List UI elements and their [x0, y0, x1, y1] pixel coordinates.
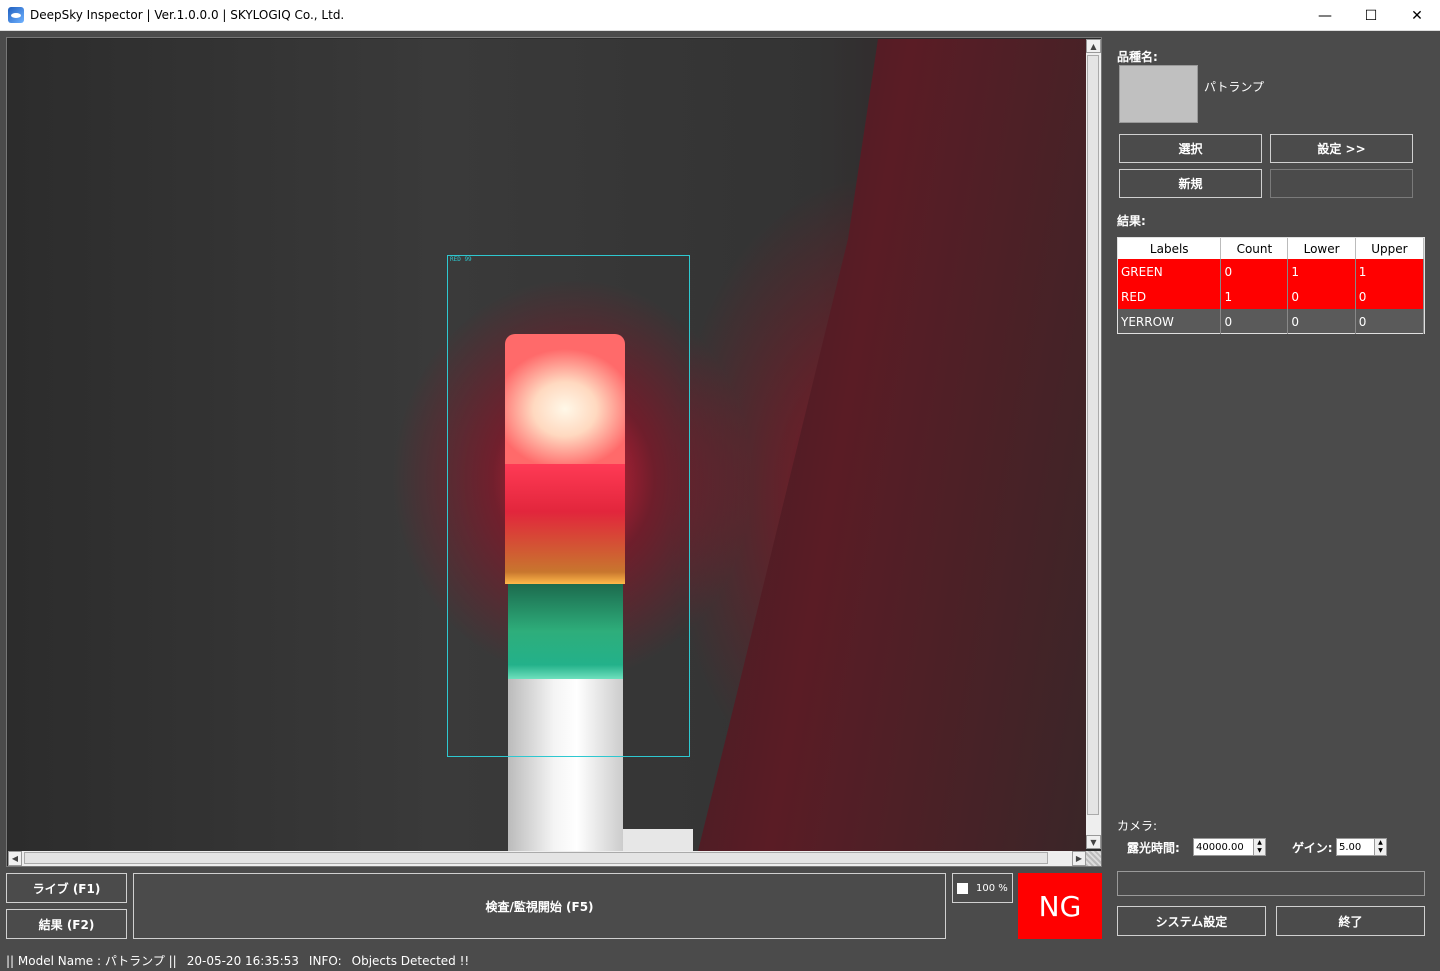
table-cell: 1	[1287, 259, 1356, 284]
column-header[interactable]: Count	[1220, 238, 1289, 259]
table-cell: 0	[1220, 259, 1289, 284]
settings-button[interactable]: 設定 >>	[1270, 134, 1413, 163]
exposure-value[interactable]: 40000.00	[1196, 842, 1244, 853]
scroll-left-icon[interactable]: ◀	[8, 851, 22, 866]
exit-button[interactable]: 終了	[1276, 906, 1425, 936]
camera-viewport[interactable]: RED 99 ▲ ▼ ◀ ▶	[6, 37, 1102, 867]
table-cell: 1	[1220, 284, 1289, 309]
status-info-label: INFO:	[308, 953, 342, 968]
table-cell: RED	[1118, 284, 1222, 309]
background-fabric	[698, 39, 1086, 851]
table-cell: GREEN	[1118, 259, 1222, 284]
model-section-label: 品種名:	[1117, 50, 1158, 64]
status-bar: || Model Name : パトランプ || 20-05-20 16:35:…	[0, 950, 1440, 971]
horizontal-scrollbar[interactable]: ◀ ▶	[8, 851, 1086, 866]
scroll-right-icon[interactable]: ▶	[1072, 851, 1086, 866]
title-bar: DeepSky Inspector | Ver.1.0.0.0 | SKYLOG…	[0, 0, 1440, 31]
exposure-stepper[interactable]: 40000.00 ▲ ▼	[1193, 838, 1266, 856]
app-icon	[8, 7, 24, 23]
scroll-corner	[1086, 851, 1101, 866]
table-cell: 0	[1355, 309, 1425, 334]
scroll-up-icon[interactable]: ▲	[1086, 39, 1101, 53]
horizontal-scroll-thumb[interactable]	[24, 852, 1048, 864]
detection-box: RED 99	[447, 255, 690, 757]
table-cell: 1	[1355, 259, 1425, 284]
zoom-checkbox[interactable]	[957, 882, 968, 894]
progress-bar	[1117, 871, 1425, 896]
vertical-scrollbar[interactable]: ▲ ▼	[1086, 39, 1101, 849]
system-settings-button[interactable]: システム設定	[1117, 906, 1266, 936]
window-controls: — ☐ ✕	[1302, 0, 1440, 31]
results-button[interactable]: 結果 (F2)	[6, 909, 127, 939]
table-cell: 0	[1287, 309, 1356, 334]
minimize-button[interactable]: —	[1302, 0, 1348, 31]
table-row[interactable]: GREEN 0 1 1	[1118, 259, 1425, 284]
model-thumbnail	[1119, 65, 1198, 123]
column-header[interactable]: Lower	[1287, 238, 1356, 259]
table-row[interactable]: RED 1 0 0	[1118, 284, 1425, 309]
select-button[interactable]: 選択	[1119, 134, 1262, 163]
judgement-indicator: NG	[1018, 873, 1102, 939]
exposure-spin-buttons[interactable]: ▲ ▼	[1253, 839, 1265, 855]
table-cell: 0	[1355, 284, 1425, 309]
detection-label: RED 99	[450, 256, 472, 263]
status-model-name: || Model Name : パトランプ ||	[6, 954, 177, 968]
inspect-start-button[interactable]: 検査/監視開始 (F5)	[133, 873, 946, 939]
status-timestamp: 20-05-20 16:35:53	[186, 953, 299, 968]
gain-label: ゲイン:	[1292, 841, 1333, 855]
table-cell: YERROW	[1118, 309, 1222, 334]
results-table: Labels Count Lower Upper GREEN 0 1 1 RED…	[1117, 237, 1425, 334]
column-header[interactable]: Upper	[1355, 238, 1425, 259]
camera-image: RED 99	[8, 39, 1086, 851]
table-cell: 0	[1287, 284, 1356, 309]
results-section-label: 結果:	[1117, 214, 1146, 228]
gain-stepper[interactable]: 5.00 ▲ ▼	[1336, 838, 1387, 856]
exposure-label: 露光時間:	[1127, 841, 1180, 855]
status-message: Objects Detected !!	[351, 953, 470, 968]
table-cell: 0	[1220, 309, 1289, 334]
close-button[interactable]: ✕	[1394, 0, 1440, 31]
results-header-row: Labels Count Lower Upper	[1118, 238, 1425, 259]
maximize-button[interactable]: ☐	[1348, 0, 1394, 31]
zoom-toggle[interactable]: 100 %	[952, 873, 1013, 903]
zoom-label: 100 %	[976, 882, 1008, 894]
window-title: DeepSky Inspector | Ver.1.0.0.0 | SKYLOG…	[30, 8, 345, 22]
new-button[interactable]: 新規	[1119, 169, 1262, 198]
scroll-down-icon[interactable]: ▼	[1086, 835, 1101, 849]
table-row[interactable]: YERROW 0 0 0	[1118, 309, 1425, 334]
model-name: パトランプ	[1204, 80, 1265, 94]
lamp-base	[623, 829, 693, 851]
column-header[interactable]: Labels	[1118, 238, 1222, 259]
camera-section-label: カメラ:	[1117, 819, 1158, 833]
live-button[interactable]: ライブ (F1)	[6, 873, 127, 903]
gain-value[interactable]: 5.00	[1339, 842, 1361, 853]
empty-button	[1270, 169, 1413, 198]
gain-spin-buttons[interactable]: ▲ ▼	[1374, 839, 1386, 855]
vertical-scroll-thumb[interactable]	[1087, 55, 1099, 815]
